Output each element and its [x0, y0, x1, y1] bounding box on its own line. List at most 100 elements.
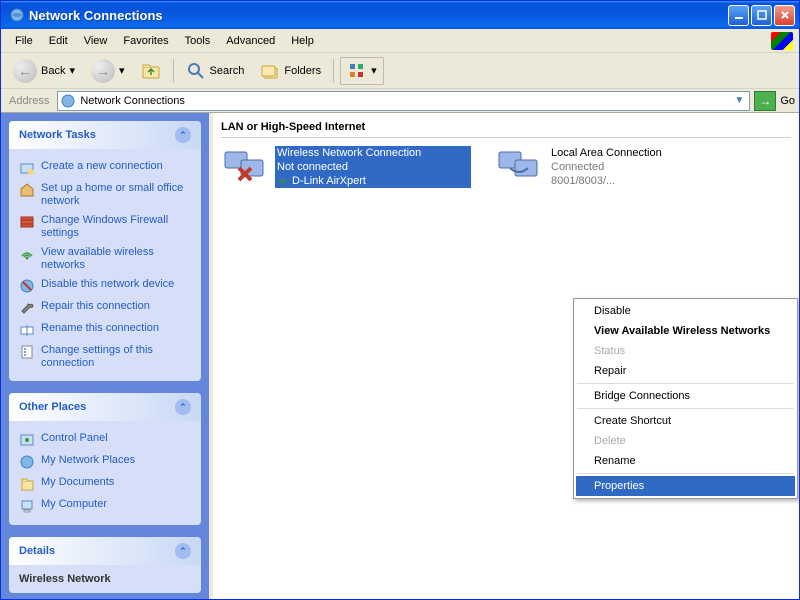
chevron-down-icon[interactable]: ▼	[731, 95, 747, 106]
panel-header[interactable]: Network Tasks ⌃	[9, 121, 201, 149]
connection-status: Connected	[549, 160, 745, 174]
network-tasks-panel: Network Tasks ⌃ Create a new connection …	[9, 121, 201, 381]
forward-arrow-icon: →	[91, 59, 115, 83]
properties-icon	[19, 344, 35, 360]
link-control-panel[interactable]: Control Panel	[19, 429, 191, 451]
menu-view[interactable]: View	[76, 33, 116, 49]
toolbar: ← Back ▾ → ▾ Search Folders ▾	[1, 53, 799, 89]
views-button[interactable]: ▾	[340, 57, 384, 85]
documents-icon	[19, 476, 35, 492]
menu-file[interactable]: File	[7, 33, 41, 49]
back-arrow-icon: ←	[13, 59, 37, 83]
search-button[interactable]: Search	[180, 58, 251, 84]
views-icon	[347, 61, 367, 81]
wireless-icon	[19, 246, 35, 262]
chevron-down-icon: ▾	[371, 64, 377, 77]
app-icon	[9, 7, 25, 23]
task-setup-home-network[interactable]: Set up a home or small office network	[19, 179, 191, 211]
connection-device: D-Link AirXpert	[275, 174, 471, 188]
collapse-icon: ⌃	[175, 399, 191, 415]
connection-lan[interactable]: Local Area Connection Connected 8001/800…	[495, 146, 745, 188]
wireless-signal-icon	[277, 175, 289, 187]
details-item: Wireless Network	[19, 573, 191, 585]
task-create-connection[interactable]: Create a new connection	[19, 157, 191, 179]
panel-header[interactable]: Details ⌃	[9, 537, 201, 565]
wireless-connection-icon	[221, 146, 269, 186]
back-button[interactable]: ← Back ▾	[7, 56, 81, 86]
disable-icon	[19, 278, 35, 294]
computer-icon	[19, 498, 35, 514]
ctx-bridge[interactable]: Bridge Connections	[576, 386, 795, 406]
close-button[interactable]	[774, 5, 795, 26]
connection-name: Local Area Connection	[549, 146, 745, 160]
other-places-panel: Other Places ⌃ Control Panel My Network …	[9, 393, 201, 525]
ctx-disable[interactable]: Disable	[576, 301, 795, 321]
connection-device: 8001/8003/...	[549, 174, 745, 188]
titlebar: Network Connections	[1, 1, 799, 29]
forward-button[interactable]: → ▾	[85, 56, 131, 86]
up-button[interactable]	[135, 58, 167, 84]
home-network-icon	[19, 182, 35, 198]
menu-tools[interactable]: Tools	[177, 33, 219, 49]
addressbar: Address Network Connections ▼ → Go	[1, 89, 799, 113]
menu-edit[interactable]: Edit	[41, 33, 76, 49]
context-menu: Disable View Available Wireless Networks…	[573, 298, 798, 499]
connection-status: Not connected	[275, 160, 471, 174]
separator	[577, 473, 794, 474]
details-panel: Details ⌃ Wireless Network	[9, 537, 201, 593]
ctx-properties[interactable]: Properties	[576, 476, 795, 496]
chevron-down-icon: ▾	[69, 64, 75, 77]
task-change-settings[interactable]: Change settings of this connection	[19, 341, 191, 373]
collapse-icon: ⌃	[175, 127, 191, 143]
separator	[577, 383, 794, 384]
ctx-status: Status	[576, 341, 795, 361]
link-network-places[interactable]: My Network Places	[19, 451, 191, 473]
rename-icon	[19, 322, 35, 338]
network-places-icon	[19, 454, 35, 470]
link-my-documents[interactable]: My Documents	[19, 473, 191, 495]
windows-flag-icon	[771, 32, 793, 50]
search-icon	[186, 61, 206, 81]
task-repair[interactable]: Repair this connection	[19, 297, 191, 319]
maximize-button[interactable]	[751, 5, 772, 26]
connection-name: Wireless Network Connection	[275, 146, 471, 160]
link-my-computer[interactable]: My Computer	[19, 495, 191, 517]
menubar: File Edit View Favorites Tools Advanced …	[1, 29, 799, 53]
task-view-wireless[interactable]: View available wireless networks	[19, 243, 191, 275]
task-rename[interactable]: Rename this connection	[19, 319, 191, 341]
control-panel-icon	[19, 432, 35, 448]
window-title: Network Connections	[29, 8, 728, 23]
ctx-shortcut[interactable]: Create Shortcut	[576, 411, 795, 431]
connection-wireless[interactable]: Wireless Network Connection Not connecte…	[221, 146, 471, 188]
minimize-button[interactable]	[728, 5, 749, 26]
chevron-down-icon: ▾	[119, 64, 125, 77]
collapse-icon: ⌃	[175, 543, 191, 559]
panel-header[interactable]: Other Places ⌃	[9, 393, 201, 421]
ctx-view-wireless[interactable]: View Available Wireless Networks	[576, 321, 795, 341]
separator	[577, 408, 794, 409]
content-area: LAN or High-Speed Internet Wireless Netw…	[213, 113, 799, 599]
window: Network Connections File Edit View Favor…	[0, 0, 800, 600]
network-icon	[60, 93, 76, 109]
folder-up-icon	[141, 61, 161, 81]
ctx-delete: Delete	[576, 431, 795, 451]
folders-icon	[260, 61, 280, 81]
task-disable-device[interactable]: Disable this network device	[19, 275, 191, 297]
menu-help[interactable]: Help	[283, 33, 322, 49]
new-connection-icon	[19, 160, 35, 176]
address-label: Address	[5, 95, 53, 107]
window-buttons	[728, 5, 795, 26]
address-field[interactable]: Network Connections ▼	[57, 91, 750, 111]
sidebar: Network Tasks ⌃ Create a new connection …	[1, 113, 209, 599]
firewall-icon	[19, 214, 35, 230]
wrench-icon	[19, 300, 35, 316]
menu-favorites[interactable]: Favorites	[115, 33, 176, 49]
ctx-rename[interactable]: Rename	[576, 451, 795, 471]
go-button[interactable]: →	[754, 91, 776, 111]
ctx-repair[interactable]: Repair	[576, 361, 795, 381]
menu-advanced[interactable]: Advanced	[218, 33, 283, 49]
task-firewall-settings[interactable]: Change Windows Firewall settings	[19, 211, 191, 243]
folders-button[interactable]: Folders	[254, 58, 327, 84]
group-header: LAN or High-Speed Internet	[221, 117, 791, 138]
lan-connection-icon	[495, 146, 543, 186]
